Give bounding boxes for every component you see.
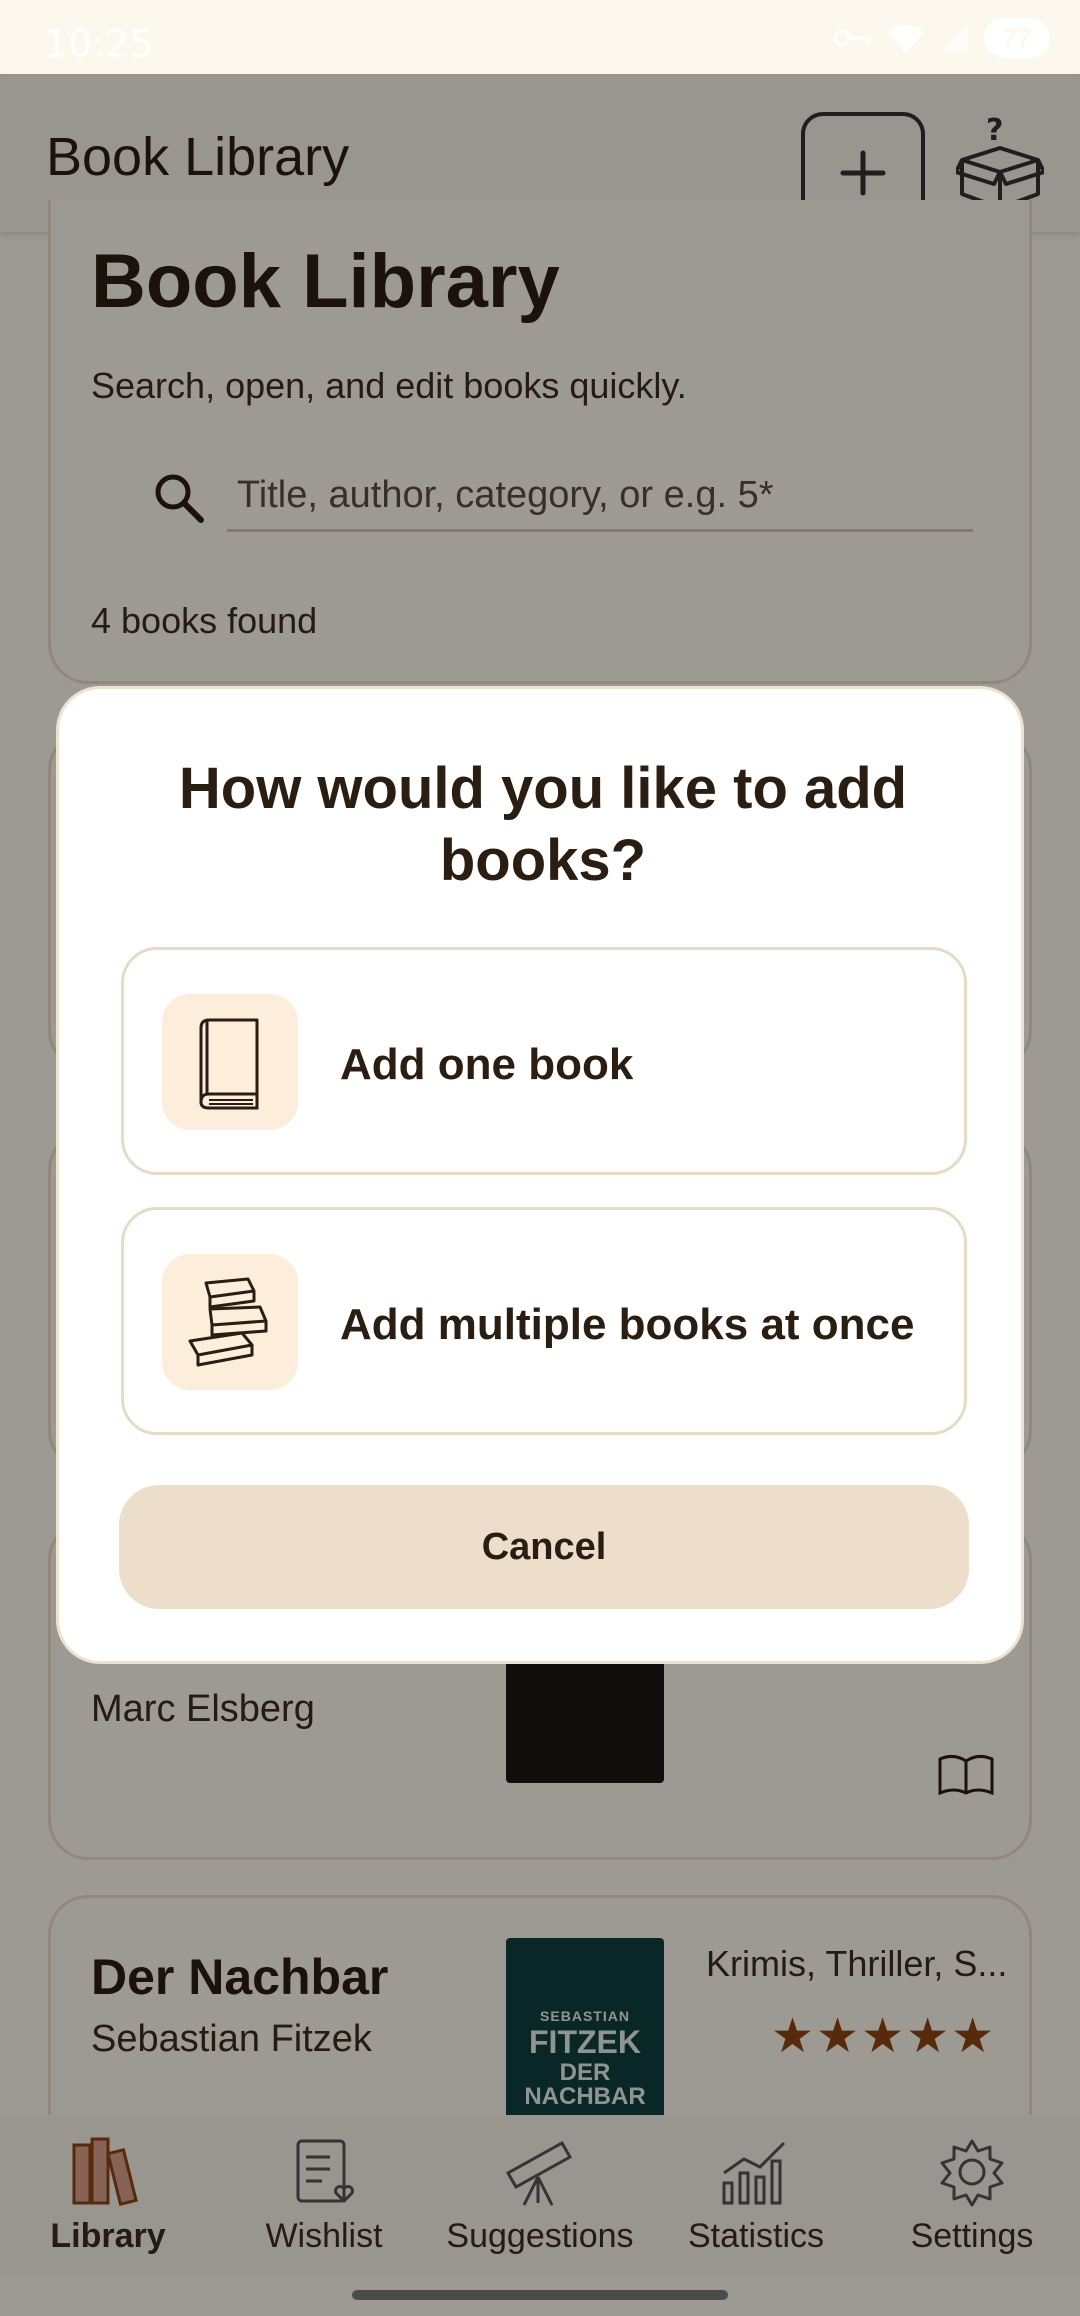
option-label: Add one book: [340, 1040, 634, 1089]
battery-indicator: 77: [984, 18, 1050, 58]
add-multiple-books-option[interactable]: Add multiple books at once: [121, 1207, 967, 1435]
option-icon-container: [162, 994, 298, 1130]
dialog-title: How would you like to add books?: [178, 756, 908, 893]
single-book-icon: [199, 1018, 259, 1110]
status-time: 10:25: [44, 22, 154, 66]
option-label: Add multiple books at once: [340, 1300, 915, 1349]
signal-icon: [942, 26, 968, 52]
cancel-button[interactable]: Cancel: [119, 1485, 969, 1609]
option-icon-container: [162, 1254, 298, 1390]
add-one-book-option[interactable]: Add one book: [121, 947, 967, 1175]
vpn-key-icon: [833, 29, 871, 47]
stacked-books-icon: [188, 1277, 268, 1367]
wifi-icon: [888, 25, 924, 52]
add-books-dialog: How would you like to add books? Add one…: [56, 686, 1024, 1664]
status-bar: 10:25 77: [0, 0, 1080, 74]
status-icons: 77: [832, 18, 1050, 58]
